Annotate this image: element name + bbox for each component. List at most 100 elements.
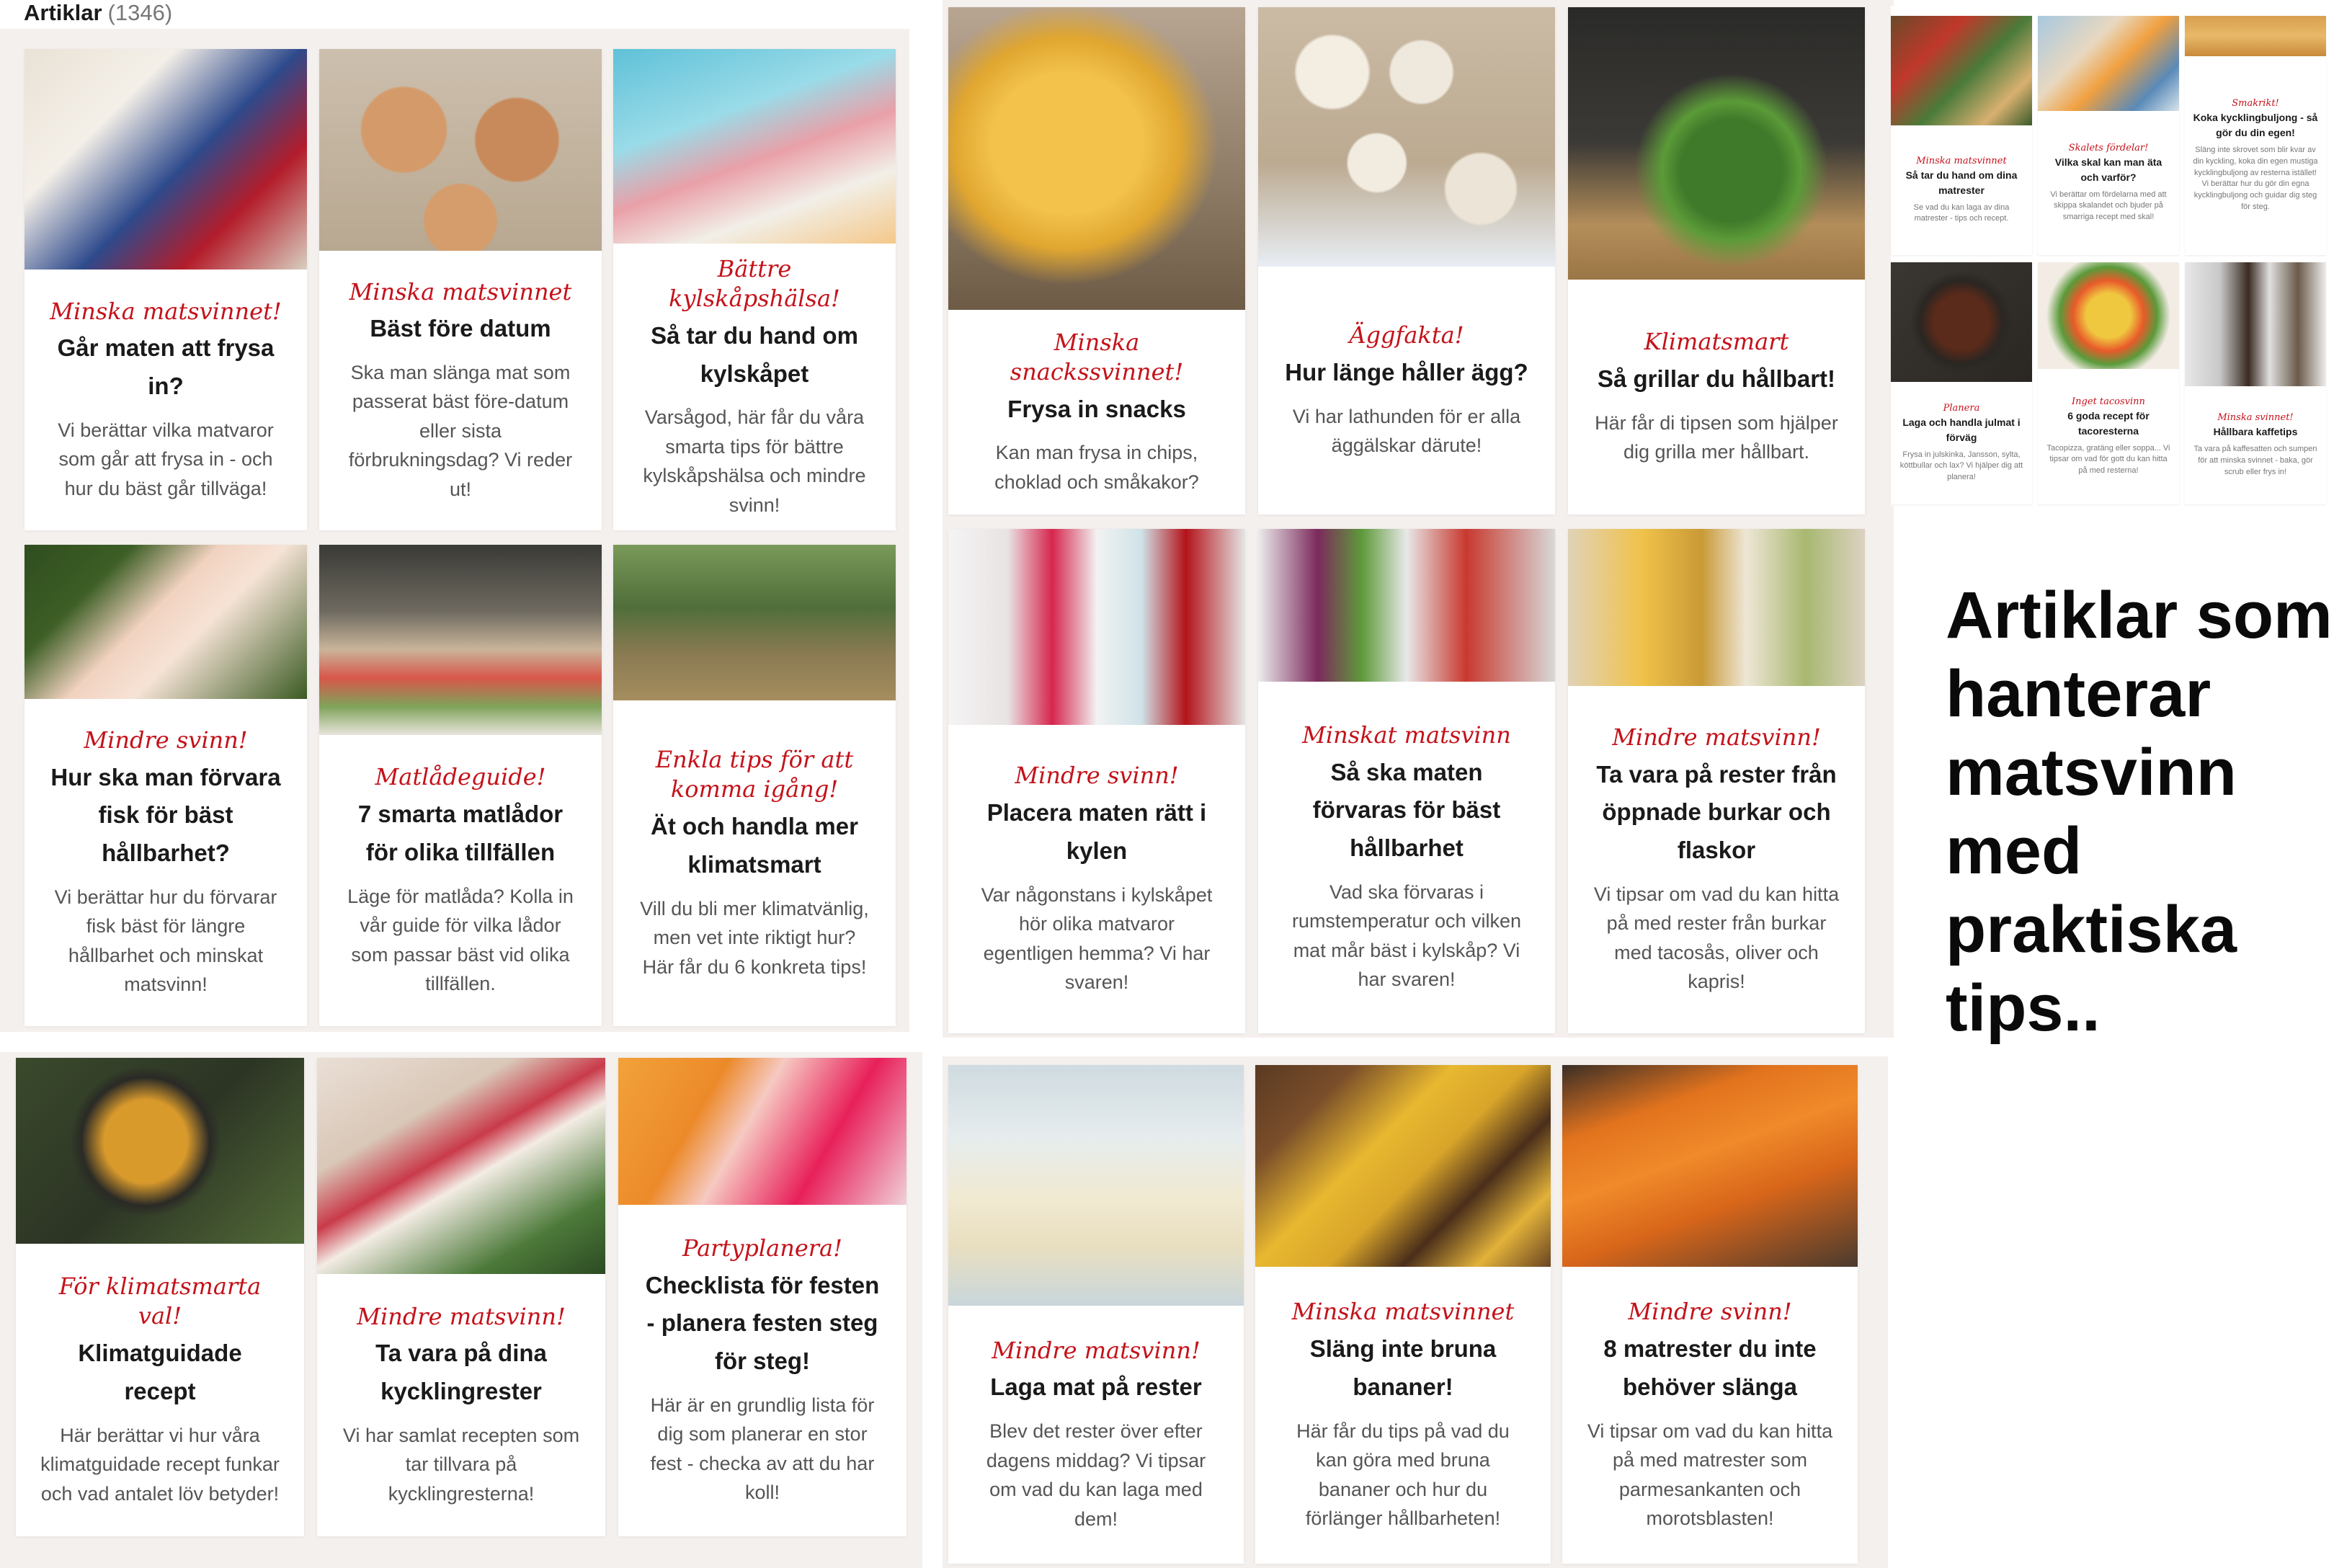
article-description: Vad ska förvaras i rumstemperatur och vi…	[1291, 881, 1522, 991]
headline-caption: Artiklar som hanterar matsvinn med prakt…	[1946, 579, 2333, 1045]
article-kicker: Minska matsvinnet!	[50, 297, 282, 325]
thumbnail-title: Hållbara kaffetips	[2213, 426, 2298, 438]
article-kicker: Minska matsvinnet	[1291, 1298, 1515, 1326]
article-title: 8 matrester du inte behöver slänga	[1603, 1335, 1817, 1400]
article-title: Ta vara på rester från öppnade burkar oc…	[1596, 760, 1837, 864]
article-title: Placera maten rätt i kylen	[986, 799, 1207, 864]
thumbnail-card[interactable]: Minska svinnet! Hållbara kaffetips Ta va…	[2185, 262, 2326, 504]
article-image	[317, 1058, 605, 1274]
article-kicker: Mindre svinn!	[1015, 762, 1179, 790]
article-kicker: Matlådeguide!	[375, 763, 546, 791]
article-title: Ta vara på dina kycklingrester	[375, 1340, 547, 1405]
article-title: Bäst före datum	[370, 315, 551, 342]
article-image	[948, 7, 1245, 310]
thumbnail-title: Så tar du hand om dina matrester	[1905, 169, 2018, 196]
article-description: Vi har lathunden för er alla äggälskar d…	[1292, 405, 1521, 457]
article-image	[319, 545, 602, 735]
article-image	[1568, 529, 1865, 686]
article-image	[1255, 1065, 1551, 1267]
thumbnail-card[interactable]: Planera Laga och handla julmat i förväg …	[1891, 262, 2032, 504]
article-card[interactable]: Mindre matsvinn! Ta vara på dina kycklin…	[317, 1058, 605, 1536]
thumbnail-image	[1891, 262, 2032, 382]
article-card[interactable]: Minska snackssvinnet! Frysa in snacks Ka…	[948, 7, 1245, 514]
thumbnail-title: 6 goda recept för tacoresterna	[2067, 409, 2150, 437]
article-title: Går maten att frysa in?	[57, 334, 275, 400]
article-description: Varsågod, här får du våra smarta tips fö…	[643, 406, 866, 516]
article-card[interactable]: Mindre svinn! Placera maten rätt i kylen…	[948, 529, 1245, 1033]
article-kicker: Mindre svinn!	[1628, 1298, 1792, 1326]
article-description: Kan man frysa in chips, choklad och småk…	[994, 442, 1199, 493]
article-card[interactable]: Mindre matsvinn! Ta vara på rester från …	[1568, 529, 1865, 1033]
article-card[interactable]: Mindre svinn! Hur ska man förvara fisk f…	[24, 545, 307, 1026]
thumbnail-kicker: Minska matsvinnet	[1916, 155, 2007, 166]
thumbnail-kicker: Inget tacosvinn	[2072, 396, 2145, 407]
article-kicker: Äggfakta!	[1349, 321, 1464, 349]
thumbnail-title: Laga och handla julmat i förväg	[1902, 416, 2021, 443]
article-kicker: Mindre matsvinn!	[357, 1302, 566, 1330]
article-image	[1258, 7, 1555, 267]
thumbnail-description: Släng inte skrovet som blir kvar av din …	[2193, 145, 2318, 212]
article-description: Vi tipsar om vad du kan hitta på med res…	[1593, 883, 1840, 993]
article-card[interactable]: Äggfakta! Hur länge håller ägg? Vi har l…	[1258, 7, 1555, 514]
article-description: Här får du tips på vad du kan göra med b…	[1296, 1420, 1510, 1530]
article-image	[948, 529, 1245, 725]
article-title: Hur länge håller ägg?	[1285, 358, 1528, 386]
article-image	[613, 545, 896, 700]
article-title: Släng inte bruna bananer!	[1309, 1335, 1497, 1400]
article-image	[24, 545, 307, 699]
article-card[interactable]: Matlådeguide! 7 smarta matlådor för olik…	[319, 545, 602, 1026]
article-description: Var någonstans i kylskåpet hör olika mat…	[981, 883, 1213, 994]
article-card[interactable]: Partyplanera! Checklista för festen - pl…	[618, 1058, 906, 1536]
article-card[interactable]: Enkla tips för att komma igång! Ät och h…	[613, 545, 896, 1026]
thumbnail-image	[2038, 262, 2179, 369]
thumbnail-description: Vi berättar om fördelarna med att skippa…	[2050, 190, 2167, 222]
article-card[interactable]: Minska matsvinnet! Går maten att frysa i…	[24, 49, 307, 530]
article-card[interactable]: Minska matsvinnet Släng inte bruna banan…	[1255, 1065, 1551, 1564]
thumbnail-card[interactable]: Smakrikt! Koka kycklingbuljong - så gör …	[2185, 16, 2326, 255]
article-card[interactable]: För klimatsmarta val! Klimatguidade rece…	[16, 1058, 304, 1536]
thumbnail-image	[2185, 16, 2326, 56]
thumbnail-description: Se vad du kan laga av dina matrester - t…	[1913, 202, 2010, 223]
article-kicker: Partyplanera!	[682, 1234, 842, 1262]
article-title: Laga mat på rester	[990, 1373, 1202, 1401]
article-kicker: Minska matsvinnet	[349, 277, 572, 306]
article-description: Här får di tipsen som hjälper dig grilla…	[1595, 411, 1838, 463]
thumbnail-description: Ta vara på kaffesatten och sumpen för at…	[2193, 445, 2317, 476]
article-title: Så ska maten förvaras för bäst hållbarhe…	[1312, 758, 1501, 862]
article-card[interactable]: Mindre svinn! 8 matrester du inte behöve…	[1562, 1065, 1858, 1564]
article-kicker: Mindre matsvinn!	[992, 1336, 1200, 1364]
article-kicker: Bättre kylskåpshälsa!	[669, 254, 840, 313]
thumbnail-image	[2185, 262, 2326, 386]
article-description: Här berättar vi hur våra klimatguidade r…	[40, 1424, 280, 1505]
article-card[interactable]: Bättre kylskåpshälsa! Så tar du hand om …	[613, 49, 896, 530]
article-card[interactable]: Minska matsvinnet Bäst före datum Ska ma…	[319, 49, 602, 530]
article-card[interactable]: Mindre matsvinn! Laga mat på rester Blev…	[948, 1065, 1244, 1564]
thumbnail-card[interactable]: Inget tacosvinn 6 goda recept för tacore…	[2038, 262, 2179, 504]
article-description: Läge för matlåda? Kolla in vår guide för…	[347, 885, 574, 995]
article-image	[16, 1058, 304, 1244]
thumbnail-kicker: Smakrikt!	[2232, 97, 2279, 109]
article-description: Blev det rester över efter dagens middag…	[986, 1420, 1206, 1530]
article-title: Frysa in snacks	[1007, 395, 1186, 422]
thumbnail-kicker: Planera	[1943, 402, 1980, 414]
article-card[interactable]: Klimatsmart Så grillar du hållbart! Här …	[1568, 7, 1865, 514]
articles-header: Artiklar (1346)	[24, 0, 172, 27]
article-image	[319, 49, 602, 251]
article-title: Så grillar du hållbart!	[1597, 365, 1836, 392]
article-kicker: För klimatsmarta val!	[58, 1272, 262, 1330]
article-image	[1562, 1065, 1858, 1267]
article-title: Hur ska man förvara fisk för bäst hållba…	[50, 763, 281, 867]
thumbnail-card[interactable]: Minska matsvinnet Så tar du hand om dina…	[1891, 16, 2032, 255]
thumbnail-image	[2038, 16, 2179, 111]
articles-title: Artiklar	[24, 0, 102, 25]
thumbnail-kicker: Skalets fördelar!	[2068, 142, 2149, 153]
article-title: Ät och handla mer klimatsmart	[651, 813, 858, 878]
thumbnail-card[interactable]: Skalets fördelar! Vilka skal kan man äta…	[2038, 16, 2179, 255]
article-description: Vi har samlat recepten som tar tillvara …	[342, 1424, 580, 1505]
thumbnail-kicker: Minska svinnet!	[2217, 412, 2294, 424]
article-title: 7 smarta matlådor för olika tillfällen	[357, 801, 564, 865]
article-image	[618, 1058, 906, 1205]
articles-count: (1346)	[107, 0, 173, 25]
article-card[interactable]: Minskat matsvinn Så ska maten förvaras f…	[1258, 529, 1555, 1033]
article-description: Här är en grundlig lista för dig som pla…	[650, 1394, 875, 1504]
